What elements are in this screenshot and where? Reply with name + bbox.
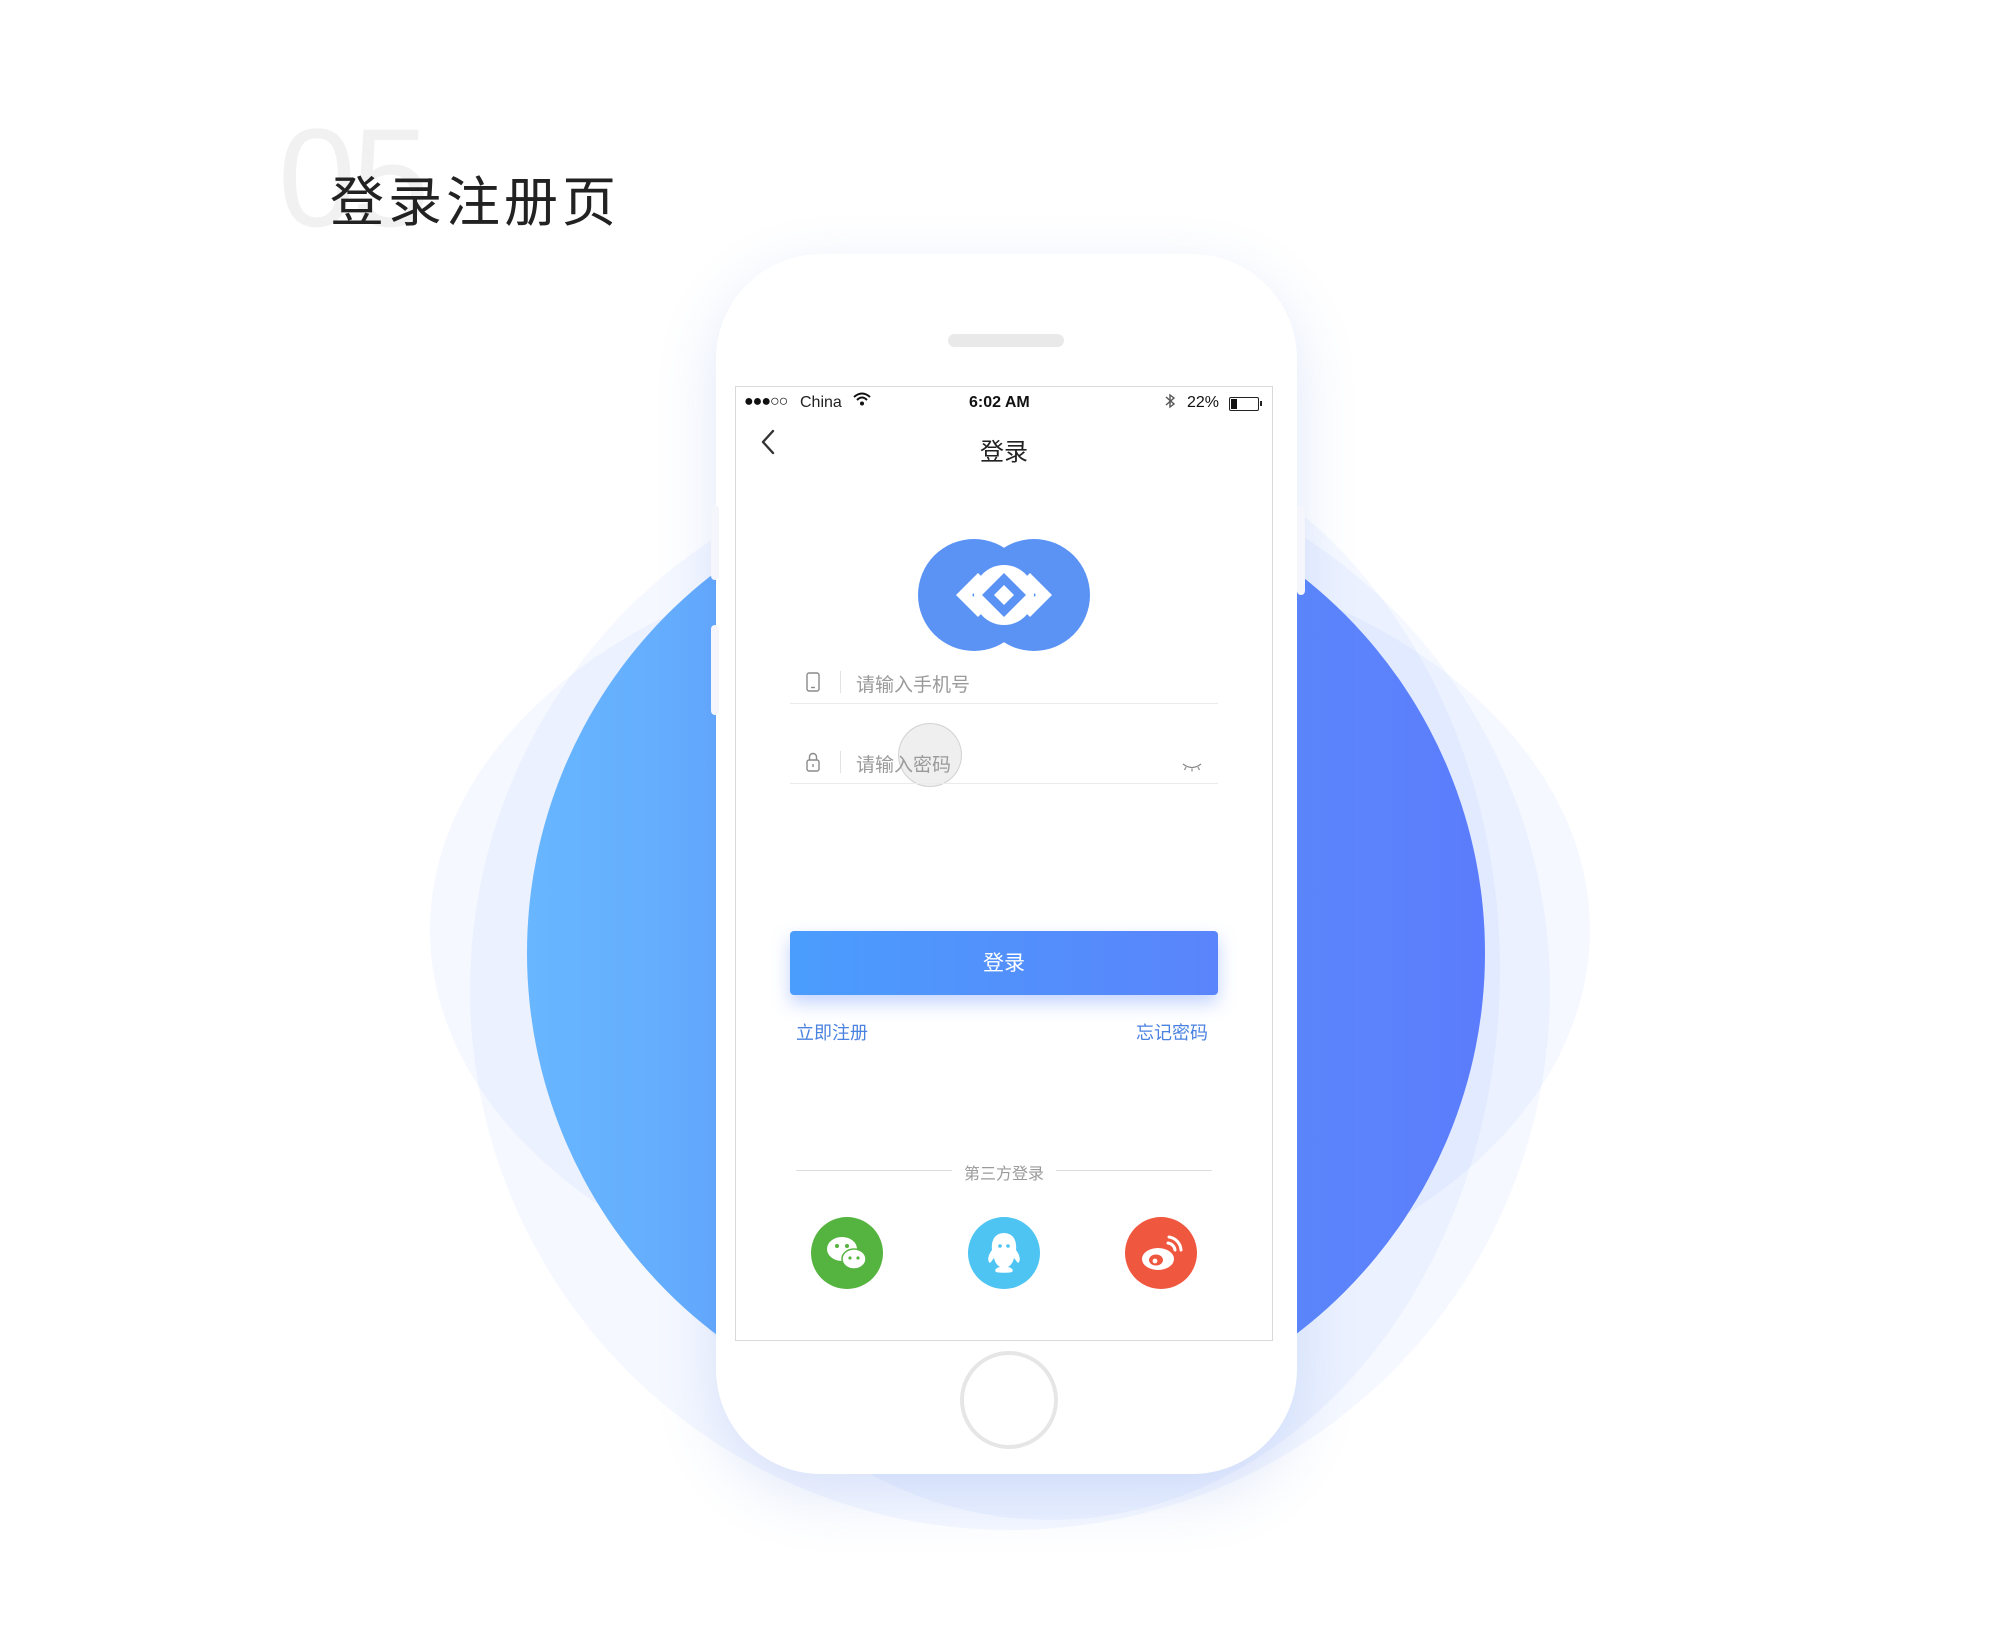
- status-time: 6:02 AM: [969, 394, 1030, 411]
- password-input[interactable]: 请输入密码: [856, 750, 951, 777]
- battery-percent: 22%: [1187, 394, 1220, 411]
- phone-speaker: [948, 334, 1064, 347]
- phone-input[interactable]: 请输入手机号: [856, 670, 970, 697]
- wechat-icon: [827, 1237, 867, 1270]
- phone-side-button: [1297, 505, 1305, 595]
- weibo-login-button[interactable]: [1125, 1217, 1197, 1289]
- signal-icon: ●●●○○: [744, 393, 788, 410]
- forgot-password-link[interactable]: 忘记密码: [1136, 1019, 1208, 1045]
- weibo-icon: [1142, 1235, 1183, 1270]
- divider-line: [1056, 1170, 1212, 1171]
- phone-icon: [804, 671, 822, 693]
- phone-side-button: [711, 625, 719, 715]
- register-link[interactable]: 立即注册: [796, 1019, 868, 1045]
- battery-cap: [1260, 401, 1262, 406]
- carrier-label: China: [800, 394, 842, 411]
- qq-login-button[interactable]: [968, 1217, 1040, 1289]
- battery-icon: [1229, 397, 1262, 411]
- password-field[interactable]: 请输入密码: [790, 731, 1218, 784]
- section-title: 登录注册页: [330, 171, 620, 234]
- bluetooth-icon: [1164, 393, 1176, 414]
- wifi-icon: [853, 392, 871, 410]
- lock-icon: [804, 751, 822, 773]
- battery-fill: [1231, 399, 1237, 409]
- field-divider: [840, 671, 841, 693]
- phone-field[interactable]: 请输入手机号: [790, 651, 1218, 704]
- third-party-label: 第三方登录: [963, 1164, 1044, 1183]
- phone-side-button: [711, 505, 719, 580]
- qq-icon: [988, 1233, 1020, 1273]
- page-title: 登录: [980, 438, 1028, 466]
- wechat-login-button[interactable]: [811, 1217, 883, 1289]
- app-logo: [916, 535, 1092, 655]
- field-divider: [840, 751, 841, 773]
- status-bar: ●●●○○ China 6:02 AM 22%: [736, 387, 1272, 417]
- home-button[interactable]: [960, 1351, 1058, 1449]
- login-button[interactable]: 登录: [790, 931, 1218, 995]
- eye-closed-icon[interactable]: [1180, 757, 1204, 772]
- phone-screen: ●●●○○ China 6:02 AM 22% 登录 请输入手机号 请输入密码 …: [735, 386, 1273, 1341]
